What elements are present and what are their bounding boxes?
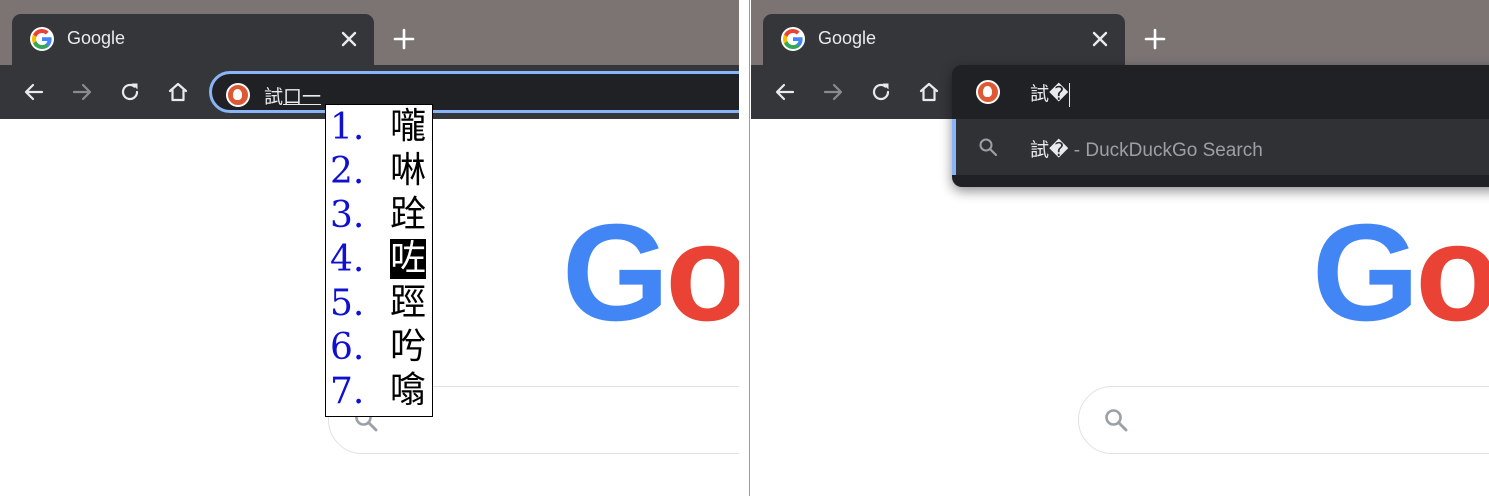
ime-candidate[interactable]: 2. 啉 [326,149,432,193]
candidate-char: 啉 [390,150,427,191]
plus-icon[interactable] [393,28,415,50]
suggestion-text: 試� - DuckDuckGo Search [1030,135,1263,162]
close-icon[interactable] [1091,30,1109,48]
candidate-char: 跧 [390,194,427,235]
ime-candidate-selected[interactable]: 4. 咗 [326,237,432,281]
candidate-number: 1. [330,107,365,148]
back-arrow-icon[interactable] [22,80,46,104]
duckduckgo-icon [226,83,250,107]
candidate-number: 6. [330,327,365,368]
ime-composition-text: 口一 [283,86,322,108]
forward-arrow-icon[interactable] [821,80,845,104]
search-icon [1103,407,1129,433]
home-icon[interactable] [917,80,941,104]
google-favicon-icon [781,27,805,51]
tab-google[interactable]: Google [12,14,374,65]
candidate-char: 𠯋 [390,326,427,367]
home-icon[interactable] [166,80,190,104]
ime-candidate[interactable]: 1. 嚨 [326,105,432,149]
typed-text: 試 [264,86,284,108]
reload-icon[interactable] [118,80,142,104]
panel-divider [739,0,751,496]
text-caret [1069,82,1071,107]
candidate-number: 3. [330,195,365,236]
omnibox-suggestion[interactable]: 試� - DuckDuckGo Search [952,119,1489,175]
candidate-char: 嚨 [390,106,427,147]
logo-letter: o [1415,196,1489,350]
tab-strip: Google [0,0,739,65]
candidate-number: 2. [330,151,365,192]
ime-candidate[interactable]: 6. 𠯋 [326,325,432,369]
candidate-char: 噏 [390,370,427,411]
logo-letter: o [665,196,739,350]
plus-icon[interactable] [1144,28,1166,50]
back-arrow-icon[interactable] [773,80,797,104]
google-logo: Go [562,204,739,342]
tab-strip: Google [751,0,1489,65]
candidate-number: 4. [330,239,365,280]
reload-icon[interactable] [869,80,893,104]
ime-candidate[interactable]: 5. 踁 [326,281,432,325]
candidate-char: 踁 [390,282,427,323]
logo-letter: G [562,196,669,350]
candidate-char: 咗 [390,238,427,279]
browser-window-left: Google 試口一 Go 1. 嚨 2. 啉 3. 跧 4. 咗 5. 踁 6… [0,0,739,496]
address-bar[interactable]: 試口一 [209,71,739,113]
browser-window-right: Google Go 試� 試� - DuckDuckGo Search [751,0,1489,496]
tab-title: Google [67,28,126,48]
address-bar-text: 試口一 [264,82,321,109]
omnibox-dropdown: 試� 試� - DuckDuckGo Search [952,65,1489,187]
search-icon [978,137,998,157]
google-logo: Go [1312,204,1489,342]
suggestion-suffix: - DuckDuckGo Search [1068,140,1263,161]
ime-candidate-window: 1. 嚨 2. 啉 3. 跧 4. 咗 5. 踁 6. 𠯋 7. 噏 [325,104,433,417]
tab-title: Google [818,28,877,48]
search-box[interactable] [1078,386,1489,454]
forward-arrow-icon[interactable] [70,80,94,104]
logo-letter: G [1312,196,1419,350]
candidate-number: 5. [330,283,365,324]
ime-candidate[interactable]: 7. 噏 [326,369,432,413]
tab-google[interactable]: Google [763,14,1125,65]
typed-text: 試� [1030,83,1069,105]
duckduckgo-icon [976,80,1000,104]
ime-candidate[interactable]: 3. 跧 [326,193,432,237]
candidate-number: 7. [330,371,365,412]
close-icon[interactable] [340,30,358,48]
google-favicon-icon [30,27,54,51]
address-bar-input[interactable]: 試� [1030,79,1071,107]
suggestion-query: 試� [1030,140,1069,161]
